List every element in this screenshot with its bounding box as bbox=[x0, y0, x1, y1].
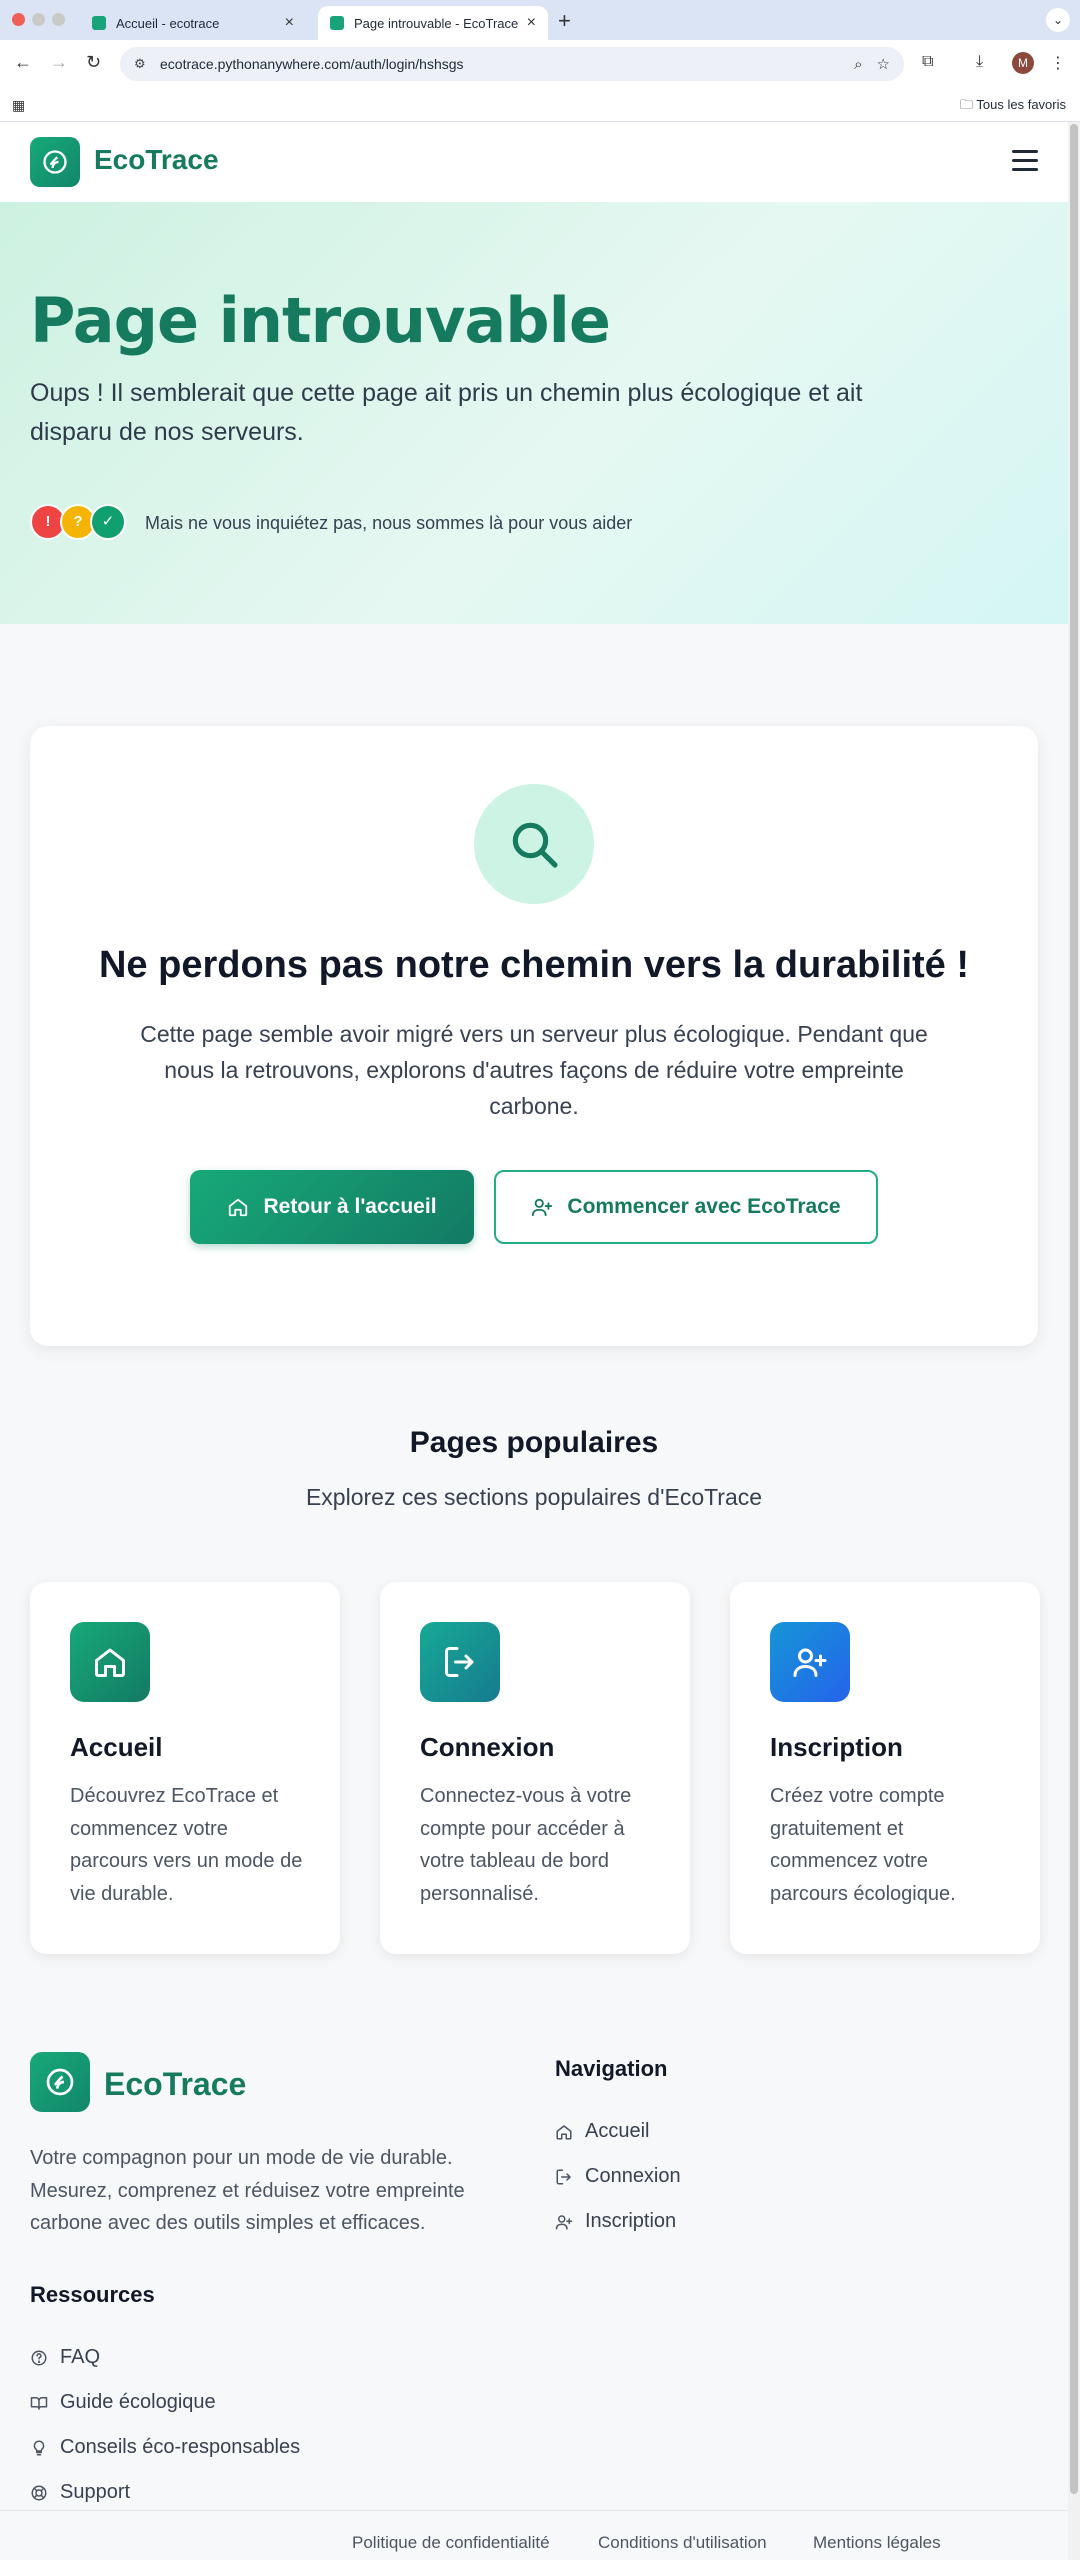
help-circle-icon bbox=[30, 2349, 48, 2367]
hero-subtitle: Oups ! Il semblerait que cette page ait … bbox=[30, 379, 863, 446]
tab-favicon bbox=[330, 16, 344, 30]
popular-card-text: Connectez-vous à votre compte pour accéd… bbox=[420, 1785, 632, 1905]
extensions-icon[interactable]: ⧉ bbox=[922, 53, 933, 71]
footer-link-label: FAQ bbox=[60, 2346, 101, 2368]
footer-link-label: Connexion bbox=[585, 2165, 681, 2187]
home-icon bbox=[70, 1622, 150, 1702]
popular-card-accueil[interactable]: Accueil Découvrez EcoTrace et commencez … bbox=[30, 1582, 340, 1954]
footer-link-inscription[interactable]: Inscription bbox=[555, 2210, 676, 2233]
popular-card-text: Découvrez EcoTrace et commencez votre pa… bbox=[70, 1785, 303, 1905]
tab-search-chevron-icon[interactable]: ⌄ bbox=[1046, 8, 1070, 32]
user-plus-icon bbox=[555, 2213, 573, 2231]
bookmarks-bar: ▦ 🗀 Tous les favoris bbox=[0, 88, 1080, 122]
footer-legal-bar: Politique de confidentialité Conditions … bbox=[0, 2510, 1068, 2560]
footer-navigation-title: Navigation bbox=[555, 2056, 668, 2081]
window-close-button[interactable] bbox=[12, 13, 25, 26]
search-icon bbox=[474, 784, 594, 904]
popular-pages-subtitle: Explorez ces sections populaires d'EcoTr… bbox=[305, 1484, 763, 1510]
footer-resources-title: Ressources bbox=[30, 2282, 155, 2307]
login-icon bbox=[555, 2168, 573, 2186]
terms-link[interactable]: Conditions d'utilisation bbox=[598, 2533, 767, 2553]
lifebuoy-icon bbox=[30, 2484, 48, 2502]
all-bookmarks-folder[interactable]: 🗀 Tous les favoris bbox=[960, 96, 1066, 118]
browser-menu-icon[interactable]: ⋮ bbox=[1050, 53, 1066, 73]
profile-avatar[interactable]: M bbox=[1012, 52, 1034, 74]
footer-link-support[interactable]: Support bbox=[30, 2481, 130, 2504]
footer-link-label: Support bbox=[60, 2481, 131, 2503]
forward-arrow-icon[interactable]: → bbox=[50, 52, 68, 73]
footer-link-label: Conseils éco-responsables bbox=[60, 2436, 301, 2458]
back-home-label: Retour à l'accueil bbox=[263, 1195, 437, 1218]
page-viewport: EcoTrace Page introuvable Oups ! Il semb… bbox=[0, 122, 1068, 2560]
login-icon bbox=[420, 1622, 500, 1702]
page-title: Page introuvable bbox=[30, 284, 611, 357]
home-icon bbox=[227, 1196, 249, 1218]
tab-favicon bbox=[92, 16, 106, 30]
legal-notice-link[interactable]: Mentions légales bbox=[813, 2533, 941, 2553]
start-ecotrace-button[interactable]: Commencer avec EcoTrace bbox=[494, 1170, 878, 1244]
hero-section: Page introuvable Oups ! Il semblerait qu… bbox=[0, 202, 1068, 624]
popular-pages-title: Pages populaires bbox=[409, 1426, 659, 1459]
scrollbar-thumb[interactable] bbox=[1070, 124, 1078, 2494]
card-title: Ne perdons pas notre chemin vers la dura… bbox=[98, 944, 969, 986]
home-icon bbox=[555, 2123, 573, 2141]
back-arrow-icon[interactable]: ← bbox=[14, 52, 32, 73]
tab-page-introuvable[interactable]: Page introuvable - EcoTrace × bbox=[318, 6, 548, 40]
window-minimize-button[interactable] bbox=[32, 13, 45, 26]
popular-card-title: Accueil bbox=[70, 1732, 163, 1762]
footer-link-label: Inscription bbox=[585, 2210, 677, 2232]
user-plus-icon bbox=[531, 1196, 553, 1218]
footer-link-guide[interactable]: Guide écologique bbox=[30, 2391, 216, 2414]
close-tab-icon[interactable]: × bbox=[285, 14, 294, 32]
address-bar[interactable]: ⚙ ecotrace.pythonanywhere.com/auth/login… bbox=[120, 47, 904, 81]
status-badges: ! ? ✓ bbox=[30, 504, 130, 540]
footer-link-accueil[interactable]: Accueil bbox=[555, 2120, 649, 2143]
site-header: EcoTrace bbox=[0, 122, 1068, 202]
popular-card-title: Connexion bbox=[420, 1732, 555, 1762]
start-ecotrace-label: Commencer avec EcoTrace bbox=[567, 1195, 841, 1218]
all-bookmarks-label: Tous les favoris bbox=[976, 97, 1066, 112]
footer-logo-icon[interactable] bbox=[30, 2052, 90, 2112]
footer-link-label: Guide écologique bbox=[60, 2391, 216, 2413]
lightbulb-icon bbox=[30, 2439, 48, 2457]
card-text: Cette page semble avoir migré vers un se… bbox=[140, 1021, 928, 1119]
not-found-card: Ne perdons pas notre chemin vers la dura… bbox=[30, 726, 1038, 1346]
zoom-icon[interactable]: ⌕ bbox=[854, 56, 862, 73]
popular-card-title: Inscription bbox=[770, 1732, 903, 1762]
download-icon[interactable]: ⤓ bbox=[976, 53, 983, 71]
tab-label: Page introuvable - EcoTrace bbox=[354, 15, 519, 31]
browser-tab-strip: Accueil - ecotrace × Page introuvable - … bbox=[0, 0, 1080, 40]
popular-card-text: Créez votre compte gratuitement et comme… bbox=[770, 1785, 956, 1905]
hamburger-menu-icon[interactable] bbox=[1012, 150, 1038, 172]
hero-reassurance: Mais ne vous inquiétez pas, nous sommes … bbox=[145, 513, 633, 533]
new-tab-button[interactable]: + bbox=[558, 8, 571, 34]
tab-label: Accueil - ecotrace bbox=[116, 15, 220, 31]
check-badge-icon: ✓ bbox=[90, 504, 126, 540]
browser-toolbar: ← → ↻ ⚙ ecotrace.pythonanywhere.com/auth… bbox=[0, 40, 1080, 88]
reload-icon[interactable]: ↻ bbox=[86, 52, 101, 73]
footer-link-faq[interactable]: FAQ bbox=[30, 2346, 100, 2369]
apps-grid-icon[interactable]: ▦ bbox=[12, 97, 25, 114]
url-text[interactable]: ecotrace.pythonanywhere.com/auth/login/h… bbox=[160, 56, 840, 72]
footer-brand[interactable]: EcoTrace bbox=[104, 2066, 246, 2103]
popular-card-inscription[interactable]: Inscription Créez votre compte gratuitem… bbox=[730, 1582, 1040, 1954]
brand-name[interactable]: EcoTrace bbox=[94, 144, 219, 176]
close-tab-icon[interactable]: × bbox=[527, 14, 536, 32]
tab-accueil[interactable]: Accueil - ecotrace × bbox=[80, 6, 306, 40]
footer-description: Votre compagnon pour un mode de vie dura… bbox=[30, 2147, 465, 2234]
site-info-icon[interactable]: ⚙ bbox=[134, 56, 150, 72]
footer-link-conseils[interactable]: Conseils éco-responsables bbox=[30, 2436, 300, 2459]
footer-link-connexion[interactable]: Connexion bbox=[555, 2165, 681, 2188]
popular-card-connexion[interactable]: Connexion Connectez-vous à votre compte … bbox=[380, 1582, 690, 1954]
bookmark-star-icon[interactable]: ☆ bbox=[877, 55, 890, 73]
ecotrace-logo-icon[interactable] bbox=[30, 137, 80, 187]
footer-link-label: Accueil bbox=[585, 2120, 650, 2142]
back-home-button[interactable]: Retour à l'accueil bbox=[190, 1170, 474, 1244]
user-plus-icon bbox=[770, 1622, 850, 1702]
window-maximize-button[interactable] bbox=[52, 13, 65, 26]
privacy-policy-link[interactable]: Politique de confidentialité bbox=[352, 2533, 550, 2553]
book-open-icon bbox=[30, 2394, 48, 2412]
